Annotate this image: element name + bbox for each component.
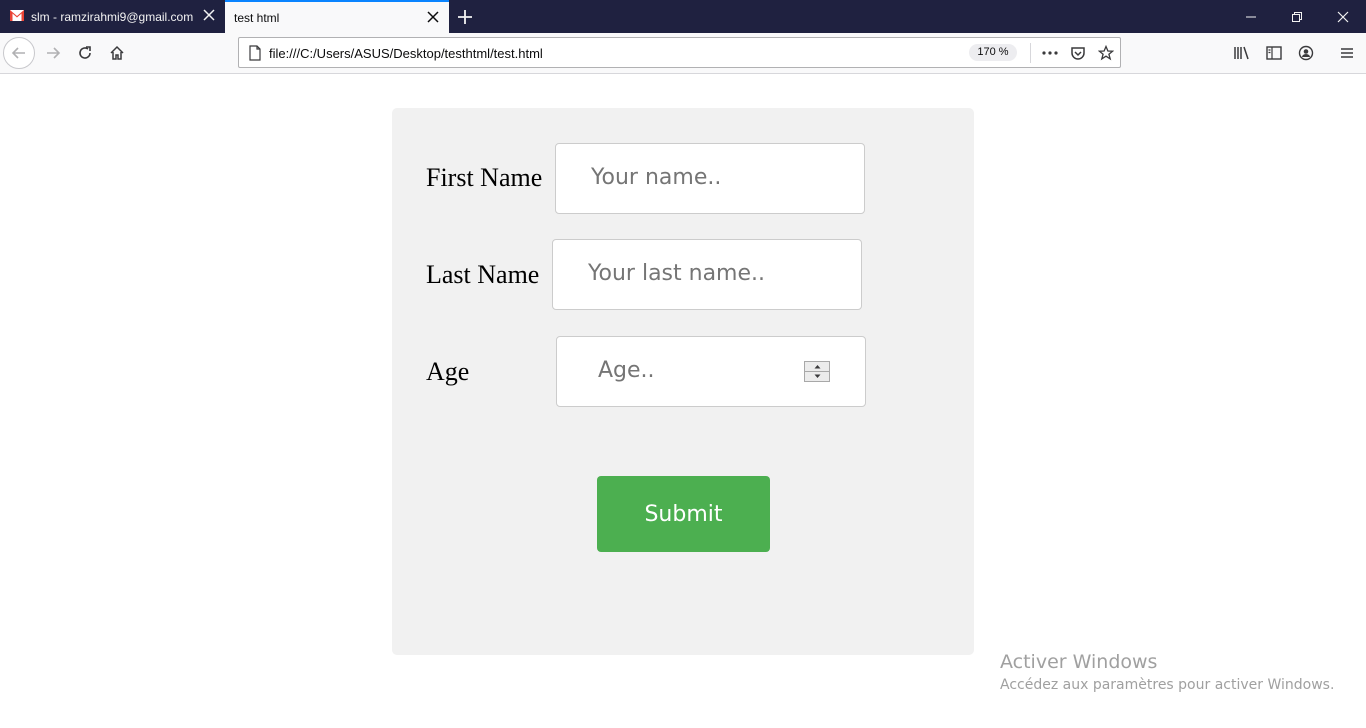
restore-icon — [1292, 11, 1302, 22]
tab-title: slm - ramzirahmi9@gmail.com — [31, 10, 194, 24]
back-button[interactable] — [3, 37, 35, 69]
page-icon — [249, 45, 261, 61]
last-name-label: Last Name — [426, 260, 540, 289]
pocket-button[interactable] — [1069, 44, 1087, 62]
spin-up-icon[interactable] — [814, 364, 821, 369]
bookmark-button[interactable] — [1097, 44, 1115, 62]
form-container: First Name Your name.. Last Name Your la… — [392, 108, 974, 655]
address-bar[interactable]: file:///C:/Users/ASUS/Desktop/testhtml/t… — [238, 37, 1121, 68]
separator — [1030, 43, 1031, 63]
submit-button[interactable]: Submit — [597, 476, 770, 552]
close-window-button[interactable] — [1320, 0, 1366, 33]
first-name-label: First Name — [426, 163, 543, 192]
forward-arrow-icon — [47, 47, 61, 59]
minimize-window-button[interactable] — [1228, 0, 1274, 33]
last-name-input[interactable]: Your last name.. — [552, 239, 862, 310]
close-icon — [1337, 11, 1349, 22]
first-name-input[interactable]: Your name.. — [555, 143, 865, 214]
home-icon — [110, 45, 124, 60]
menu-button[interactable] — [1338, 44, 1356, 62]
reload-icon — [79, 46, 91, 59]
restore-window-button[interactable] — [1274, 0, 1320, 33]
account-icon — [1298, 45, 1314, 61]
zoom-level-badge[interactable]: 170 % — [969, 44, 1017, 61]
tab-strip: slm - ramzirahmi9@gmail.com test html — [0, 0, 1366, 33]
gmail-icon — [10, 10, 24, 21]
minimize-icon — [1246, 16, 1256, 17]
tab-gmail[interactable]: slm - ramzirahmi9@gmail.com — [0, 0, 225, 33]
sidebar-button[interactable] — [1265, 44, 1283, 62]
sidebar-icon — [1266, 46, 1282, 60]
tab-test-html[interactable]: test html — [225, 0, 449, 33]
watermark-title: Activer Windows — [1000, 651, 1158, 673]
account-button[interactable] — [1297, 44, 1315, 62]
close-tab-icon[interactable] — [427, 11, 439, 23]
more-icon — [1042, 51, 1058, 55]
first-name-placeholder: Your name.. — [591, 165, 722, 190]
last-name-placeholder: Your last name.. — [588, 261, 766, 286]
age-placeholder: Age.. — [598, 358, 655, 383]
age-label: Age — [426, 357, 470, 386]
watermark-subtitle: Accédez aux paramètres pour activer Wind… — [1000, 677, 1335, 693]
library-icon — [1234, 46, 1249, 60]
hamburger-menu-icon — [1341, 48, 1353, 58]
spin-down-icon[interactable] — [814, 374, 821, 379]
home-button[interactable] — [101, 37, 133, 69]
age-input[interactable]: Age.. — [556, 336, 866, 407]
tab-title: test html — [234, 11, 280, 25]
close-tab-icon[interactable] — [203, 9, 215, 21]
forward-button[interactable] — [37, 37, 69, 69]
activate-windows-watermark: Activer Windows Accédez aux paramètres p… — [1000, 651, 1334, 693]
page-actions-button[interactable] — [1041, 44, 1059, 62]
new-tab-icon[interactable] — [456, 8, 474, 26]
back-arrow-icon — [11, 47, 25, 59]
reload-button[interactable] — [69, 37, 101, 69]
url-text: file:///C:/Users/ASUS/Desktop/testhtml/t… — [269, 46, 543, 61]
navigation-toolbar: file:///C:/Users/ASUS/Desktop/testhtml/t… — [0, 33, 1366, 74]
spinner-divider — [805, 371, 829, 372]
library-button[interactable] — [1233, 44, 1251, 62]
pocket-icon — [1071, 47, 1085, 60]
star-icon — [1098, 45, 1114, 61]
number-spinner[interactable] — [804, 361, 830, 382]
